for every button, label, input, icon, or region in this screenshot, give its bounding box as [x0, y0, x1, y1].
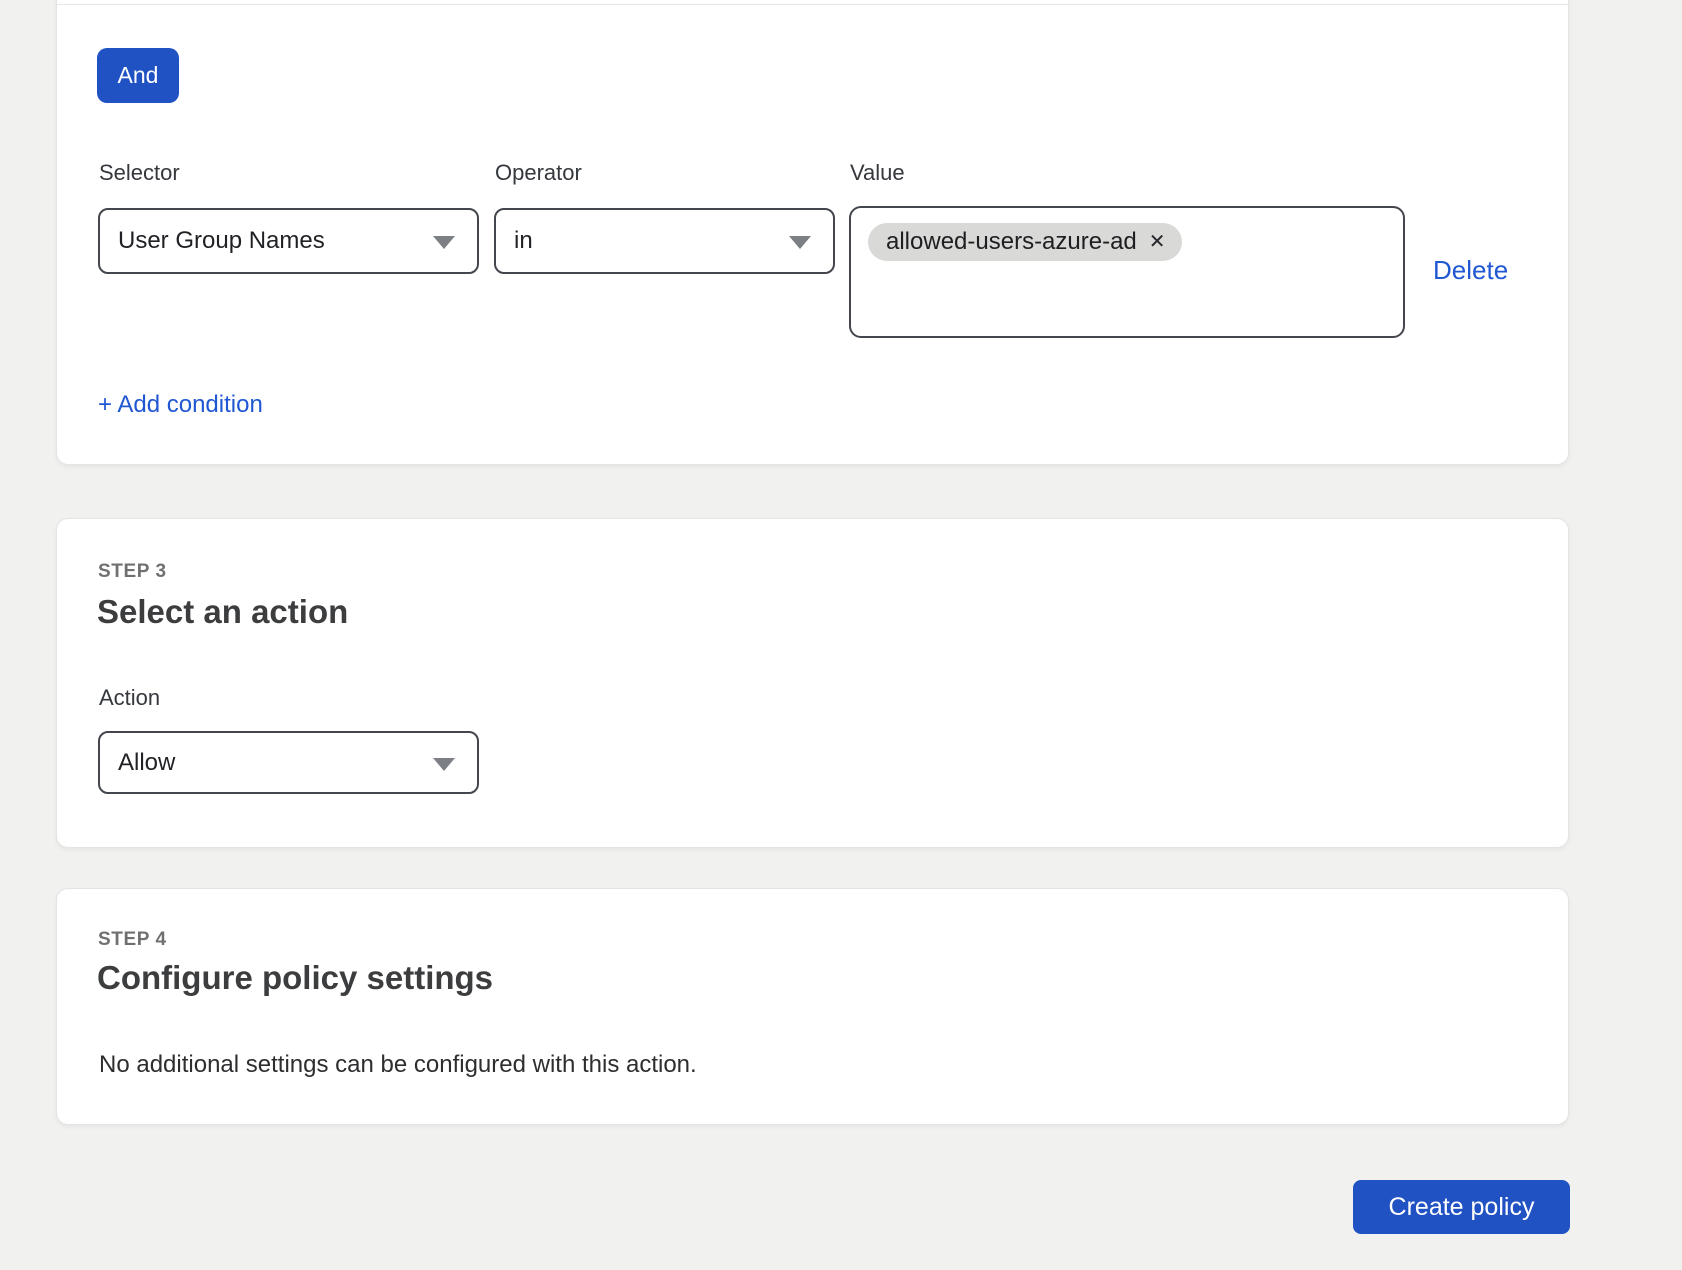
- chevron-down-icon: [433, 236, 455, 249]
- delete-condition-link[interactable]: Delete: [1433, 255, 1508, 286]
- value-tag-label: allowed-users-azure-ad: [886, 228, 1137, 256]
- and-connector-button[interactable]: And: [97, 48, 179, 103]
- step4-eyebrow: STEP 4: [98, 929, 167, 951]
- chevron-down-icon: [433, 758, 455, 771]
- action-dropdown-value: Allow: [118, 749, 175, 777]
- value-column-label: Value: [850, 158, 905, 188]
- chevron-down-icon: [789, 236, 811, 249]
- create-policy-button[interactable]: Create policy: [1353, 1180, 1570, 1234]
- step3-title: Select an action: [97, 593, 348, 631]
- add-condition-link[interactable]: + Add condition: [98, 391, 263, 419]
- value-multiselect-input[interactable]: allowed-users-azure-ad ✕: [849, 206, 1405, 338]
- action-field-label: Action: [99, 685, 160, 711]
- policy-builder-page: And Selector Operator Value User Group N…: [0, 0, 1682, 1270]
- action-dropdown[interactable]: Allow: [98, 731, 479, 794]
- step4-title: Configure policy settings: [97, 959, 493, 997]
- selector-column-label: Selector: [99, 158, 180, 188]
- selector-dropdown-value: User Group Names: [118, 227, 325, 255]
- step3-eyebrow: STEP 3: [98, 561, 167, 583]
- operator-column-label: Operator: [495, 158, 582, 188]
- card-divider: [57, 4, 1568, 5]
- operator-dropdown[interactable]: in: [494, 208, 835, 274]
- operator-dropdown-value: in: [514, 227, 533, 255]
- selector-dropdown[interactable]: User Group Names: [98, 208, 479, 274]
- value-tag: allowed-users-azure-ad ✕: [868, 223, 1182, 261]
- step3-card: STEP 3 Select an action Action Allow: [56, 518, 1569, 848]
- condition-builder-card: And Selector Operator Value User Group N…: [56, 0, 1569, 465]
- remove-tag-icon[interactable]: ✕: [1149, 232, 1166, 252]
- step4-card: STEP 4 Configure policy settings No addi…: [56, 888, 1569, 1125]
- step4-description: No additional settings can be configured…: [99, 1049, 697, 1081]
